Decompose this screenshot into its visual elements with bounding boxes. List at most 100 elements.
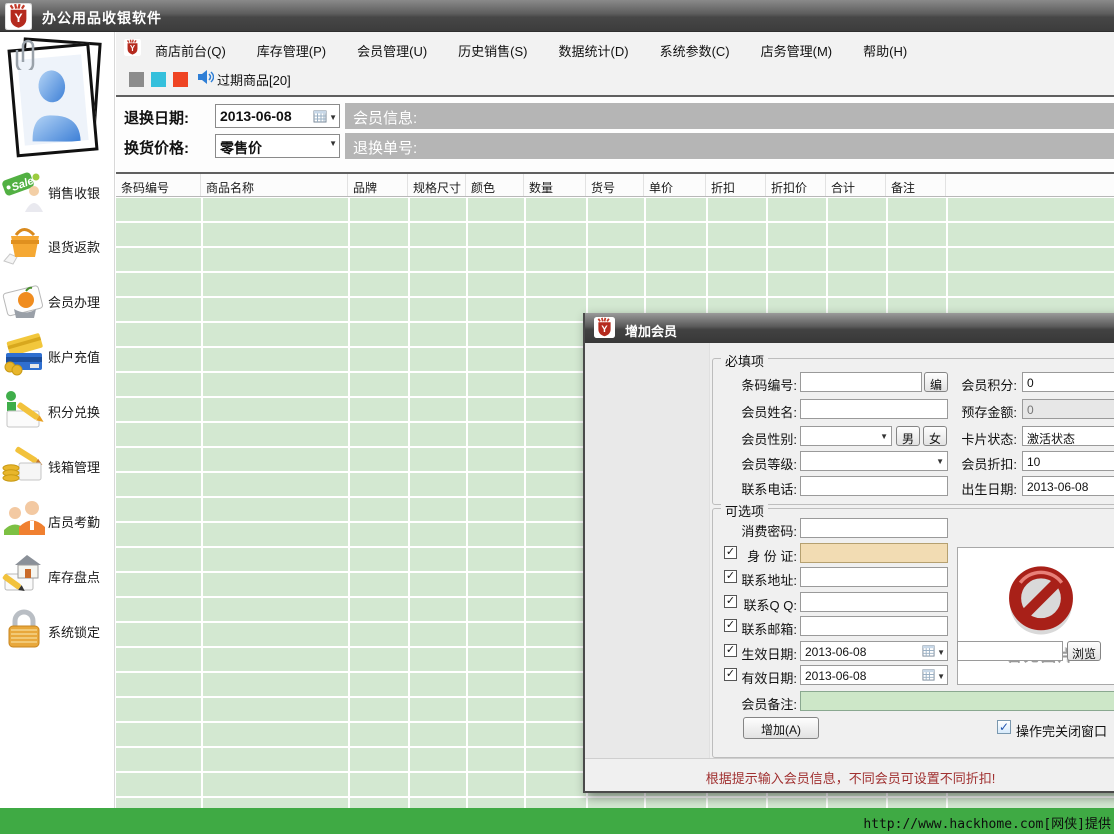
paperclip-icon	[14, 36, 40, 75]
qq-input[interactable]	[800, 592, 948, 612]
birth-label: 出生日期:	[953, 479, 1017, 498]
col-price[interactable]: 单价	[644, 174, 706, 196]
sidebar: Sale 销售收银 退货返款 会员办理 账户充值 积分兑换	[0, 32, 115, 808]
svg-text:Y: Y	[601, 324, 608, 335]
dialog-logo-icon: Y	[594, 317, 615, 343]
sidebar-item-lock[interactable]: 系统锁定	[2, 605, 114, 657]
barcode-input[interactable]	[800, 372, 922, 392]
gender-select[interactable]: ▼	[800, 426, 892, 446]
return-date-label: 退换日期:	[124, 107, 189, 128]
menu-item-help[interactable]: 帮助(H)	[863, 41, 907, 60]
calendar-icon[interactable]	[922, 644, 935, 660]
deposit-input: 0	[1022, 399, 1114, 419]
id-input[interactable]	[800, 543, 948, 563]
notes-input[interactable]	[800, 691, 1114, 711]
menu-item-statistics[interactable]: 数据统计(D)	[559, 41, 629, 60]
col-discount[interactable]: 折扣	[706, 174, 766, 196]
col-color[interactable]: 颜色	[466, 174, 524, 196]
add-button[interactable]: 增加(A)	[743, 717, 819, 739]
start-date-input[interactable]: 2013-06-08 ▼	[800, 641, 948, 661]
deposit-label: 预存金额:	[953, 402, 1017, 421]
menu-item-parameters[interactable]: 系统参数(C)	[660, 41, 730, 60]
points-input[interactable]: 0	[1022, 372, 1114, 392]
menu-item-store-mgmt[interactable]: 店务管理(M)	[761, 41, 833, 60]
sidebar-item-recharge[interactable]: 账户充值	[2, 330, 114, 382]
calendar-icon[interactable]	[922, 668, 935, 684]
name-input[interactable]	[800, 399, 948, 419]
menu-item-storefront[interactable]: 商店前台(Q)	[155, 41, 226, 60]
address-input[interactable]	[800, 567, 948, 587]
col-qty[interactable]: 数量	[524, 174, 586, 196]
address-label: 联系地址:	[735, 570, 797, 589]
col-brand[interactable]: 品牌	[348, 174, 408, 196]
notes-label: 会员备注:	[707, 694, 797, 713]
gender-label: 会员性别:	[705, 429, 797, 448]
exchange-price-label: 换货价格:	[124, 137, 189, 158]
menu-item-history[interactable]: 历史销售(S)	[458, 41, 527, 60]
close-after-checkbox[interactable]: ✓	[997, 720, 1011, 734]
dialog-left-panel	[585, 343, 710, 758]
sidebar-item-inventory[interactable]: 库存盘点	[2, 550, 114, 602]
return-date-input[interactable]: 2013-06-08 ▼	[215, 104, 340, 128]
discount-input[interactable]: 10	[1022, 451, 1114, 471]
exchange-price-select[interactable]: 零售价 ▼	[215, 134, 340, 158]
col-barcode[interactable]: 条码编号	[116, 174, 201, 196]
chevron-down-icon[interactable]: ▼	[329, 139, 337, 148]
male-button[interactable]: 男	[896, 426, 920, 446]
chevron-down-icon[interactable]: ▼	[937, 672, 945, 681]
email-input[interactable]	[800, 616, 948, 636]
sidebar-item-staff[interactable]: 店员考勤	[2, 495, 114, 547]
menu-item-inventory[interactable]: 库存管理(P)	[257, 41, 326, 60]
col-remark[interactable]: 备注	[886, 174, 946, 196]
chevron-down-icon[interactable]: ▼	[936, 457, 944, 466]
app-logo-icon: Y	[5, 3, 32, 35]
red-indicator	[173, 72, 188, 87]
col-size[interactable]: 规格尺寸	[408, 174, 466, 196]
sidebar-item-label: 系统锁定	[48, 622, 100, 641]
no-image-icon	[958, 562, 1114, 643]
returns-form: 退换日期: 2013-06-08 ▼ 换货价格: 零售价 ▼ 会员信息: 退换单…	[116, 97, 1114, 172]
name-label: 会员姓名:	[705, 402, 797, 421]
expired-goods-label[interactable]: 过期商品[20]	[217, 70, 291, 89]
password-label: 消费密码:	[707, 521, 797, 540]
chevron-down-icon[interactable]: ▼	[880, 432, 888, 441]
gray-indicator	[129, 72, 144, 87]
sidebar-item-returns[interactable]: 退货返款	[2, 220, 114, 272]
calendar-icon[interactable]	[313, 109, 327, 126]
credit-text: http://www.hackhome.com[网侠]提供	[863, 813, 1111, 832]
birth-input[interactable]: 2013-06-08	[1022, 476, 1114, 496]
col-total[interactable]: 合计	[826, 174, 886, 196]
level-select[interactable]: ▼	[800, 451, 948, 471]
phone-input[interactable]	[800, 476, 948, 496]
chevron-down-icon[interactable]: ▼	[937, 648, 945, 657]
menu-item-members[interactable]: 会员管理(U)	[357, 41, 427, 60]
member-info-bar: 会员信息:	[345, 103, 1114, 129]
col-itemno[interactable]: 货号	[586, 174, 644, 196]
member-card-icon	[2, 277, 46, 321]
photo-path-input[interactable]	[957, 641, 1063, 661]
sidebar-item-points[interactable]: 积分兑换	[2, 385, 114, 437]
sidebar-item-cashbox[interactable]: 钱箱管理	[2, 440, 114, 492]
sidebar-item-member[interactable]: 会员办理	[2, 275, 114, 327]
end-date-input[interactable]: 2013-06-08 ▼	[800, 665, 948, 685]
edit-barcode-button[interactable]: 编	[924, 372, 948, 392]
optional-legend: 可选项	[721, 501, 768, 520]
col-name[interactable]: 商品名称	[201, 174, 348, 196]
qq-label: 联系Q Q:	[735, 595, 797, 614]
return-basket-icon	[2, 222, 46, 266]
system-lock-icon	[2, 607, 46, 651]
dialog-title-bar[interactable]: Y 增加会员	[585, 313, 1114, 343]
browse-button[interactable]: 浏览	[1067, 641, 1101, 661]
recharge-cards-icon	[2, 332, 46, 376]
barcode-label: 条码编号:	[705, 375, 797, 394]
col-filler	[946, 174, 1114, 196]
window-title: 办公用品收银软件	[42, 8, 162, 28]
discount-label: 会员折扣:	[953, 454, 1017, 473]
col-discprice[interactable]: 折扣价	[766, 174, 826, 196]
card-status-label: 卡片状态:	[953, 429, 1017, 448]
female-button[interactable]: 女	[923, 426, 947, 446]
chevron-down-icon[interactable]: ▼	[329, 113, 337, 122]
sidebar-item-sales[interactable]: Sale 销售收银	[2, 166, 114, 218]
card-status-input[interactable]: 激活状态	[1022, 426, 1114, 446]
password-input[interactable]	[800, 518, 948, 538]
